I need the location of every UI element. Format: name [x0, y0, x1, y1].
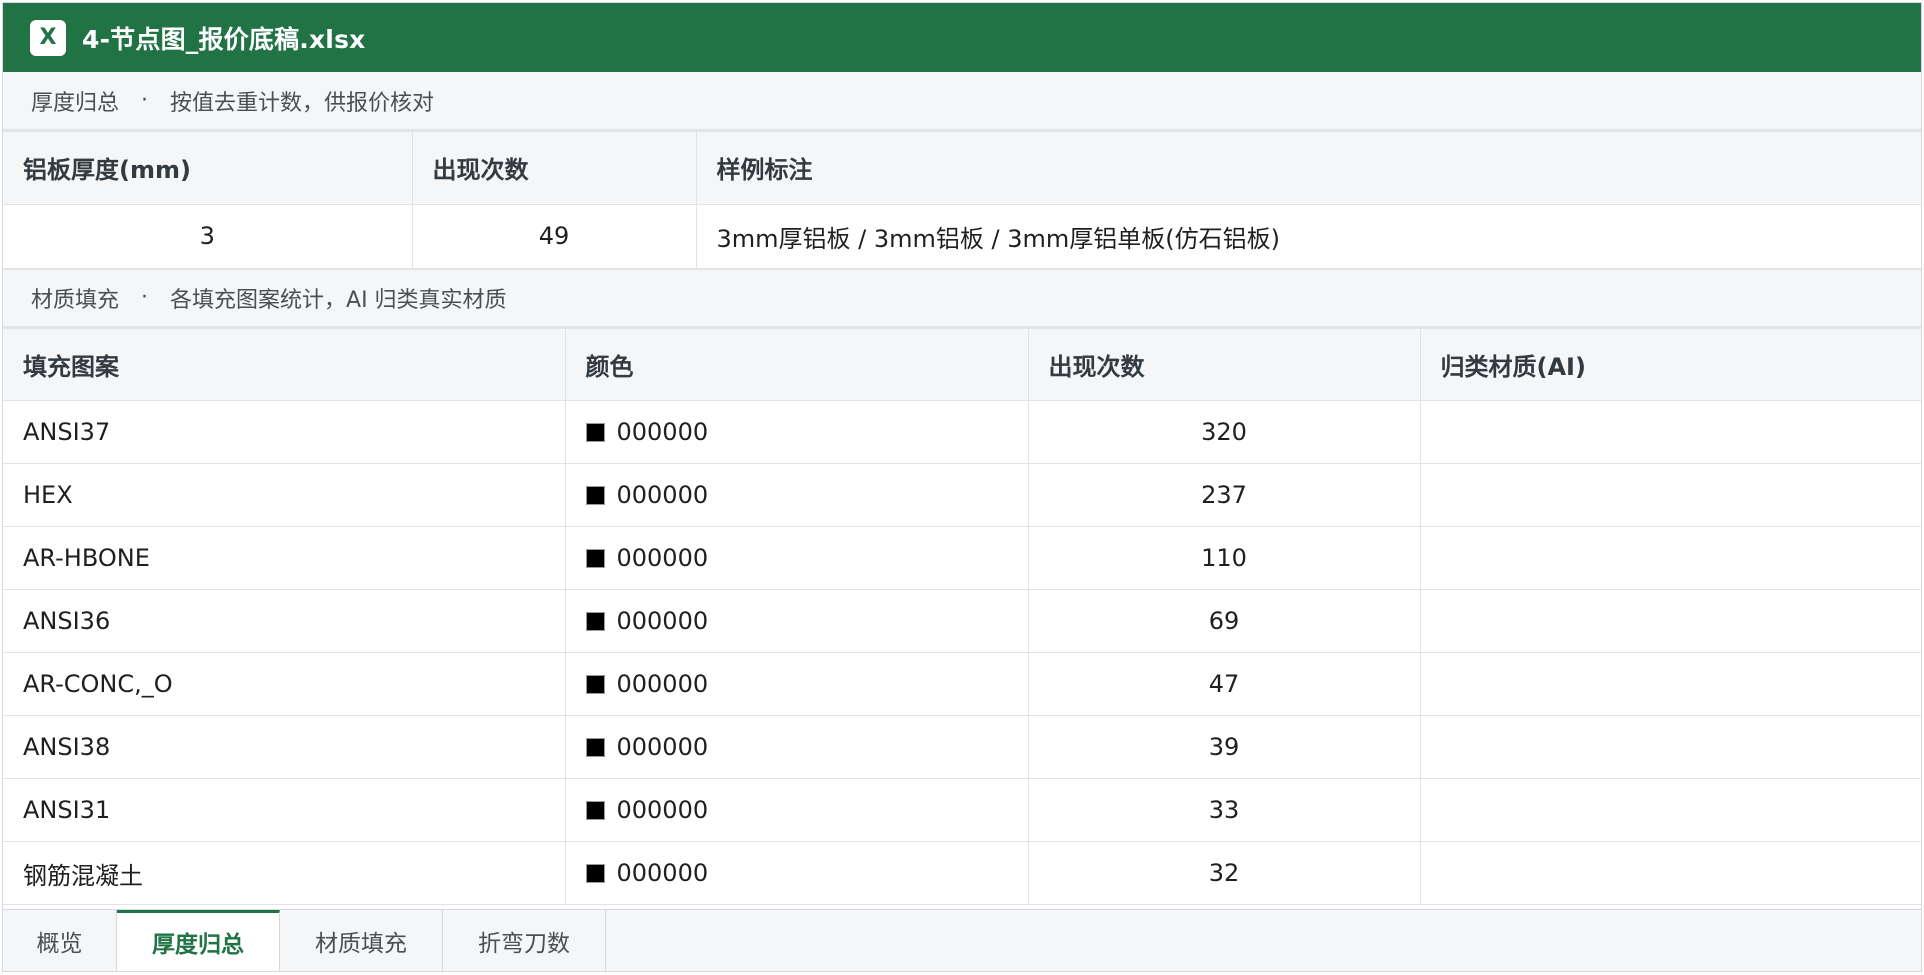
pattern-cell[interactable]: AR-CONC,_O [3, 652, 566, 716]
tab-material-fill[interactable]: 材质填充 [280, 910, 443, 971]
column-header[interactable]: 填充图案 [3, 328, 566, 401]
pattern-cell[interactable]: ANSI36 [3, 589, 566, 653]
color-code: 000000 [616, 481, 709, 509]
table-row: 3 49 3mm厚铝板 / 3mm铝板 / 3mm厚铝单板(仿石铝板) [3, 204, 1921, 269]
tab-overview[interactable]: 概览 [3, 910, 117, 971]
color-code: 000000 [616, 544, 709, 572]
color-swatch [585, 864, 605, 883]
table-row: HEX 000000 237 [3, 463, 1921, 527]
ai-material-cell[interactable] [1420, 400, 1921, 464]
color-code: 000000 [616, 733, 709, 761]
separator-dot: · [141, 88, 149, 113]
ai-material-cell[interactable] [1420, 841, 1921, 905]
count-cell[interactable]: 320 [1028, 400, 1421, 464]
thickness-table: 铝板厚度(mm) 出现次数 样例标注 3 49 3mm厚铝板 / 3mm铝板 /… [3, 132, 1921, 269]
color-cell[interactable]: 000000 [565, 589, 1029, 653]
color-cell[interactable]: 000000 [565, 778, 1029, 842]
tab-bend-count[interactable]: 折弯刀数 [443, 910, 606, 971]
ai-material-cell[interactable] [1420, 589, 1921, 653]
column-header[interactable]: 出现次数 [412, 132, 697, 205]
ai-material-cell[interactable] [1420, 778, 1921, 842]
table-row: ANSI38 000000 39 [3, 715, 1921, 779]
table-row: AR-HBONE 000000 110 [3, 526, 1921, 590]
color-swatch [585, 675, 605, 694]
sheet-tabs: 概览 厚度归总 材质填充 折弯刀数 [3, 909, 1921, 971]
table-row: ANSI36 000000 69 [3, 589, 1921, 653]
sample-label-cell[interactable]: 3mm厚铝板 / 3mm铝板 / 3mm厚铝单板(仿石铝板) [696, 204, 1921, 269]
material-section-header: 材质填充 · 各填充图案统计，AI 归类真实材质 [3, 268, 1921, 329]
color-code: 000000 [616, 670, 709, 698]
table-row: ANSI37 000000 320 [3, 400, 1921, 464]
color-code: 000000 [616, 796, 709, 824]
thickness-cell[interactable]: 3 [3, 204, 413, 269]
pattern-cell[interactable]: 钢筋混凝土 [3, 841, 566, 905]
count-cell[interactable]: 69 [1028, 589, 1421, 653]
count-cell[interactable]: 49 [412, 204, 697, 269]
tab-thickness-summary[interactable]: 厚度归总 [117, 910, 280, 971]
table-header-row: 填充图案 颜色 出现次数 归类材质(AI) [3, 328, 1921, 401]
file-name: 4-节点图_报价底稿.xlsx [82, 24, 366, 54]
pattern-cell[interactable]: AR-HBONE [3, 526, 566, 590]
column-header[interactable]: 铝板厚度(mm) [3, 132, 413, 205]
pattern-cell[interactable]: ANSI37 [3, 400, 566, 464]
color-swatch [585, 612, 605, 631]
color-cell[interactable]: 000000 [565, 841, 1029, 905]
count-cell[interactable]: 237 [1028, 463, 1421, 527]
count-cell[interactable]: 39 [1028, 715, 1421, 779]
pattern-cell[interactable]: HEX [3, 463, 566, 527]
color-swatch [585, 423, 605, 442]
color-swatch [585, 801, 605, 820]
table-row: 钢筋混凝土 000000 32 [3, 841, 1921, 905]
spreadsheet-preview: X 4-节点图_报价底稿.xlsx 厚度归总 · 按值去重计数，供报价核对 铝板… [2, 2, 1922, 972]
color-swatch [585, 549, 605, 568]
color-code: 000000 [616, 859, 709, 887]
ai-material-cell[interactable] [1420, 652, 1921, 716]
separator-dot: · [141, 285, 149, 310]
ai-material-cell[interactable] [1420, 526, 1921, 590]
count-cell[interactable]: 110 [1028, 526, 1421, 590]
count-cell[interactable]: 47 [1028, 652, 1421, 716]
section-description: 按值去重计数，供报价核对 [170, 90, 435, 116]
excel-icon: X [30, 19, 66, 56]
pattern-cell[interactable]: ANSI38 [3, 715, 566, 779]
table-row: AR-CONC,_O 000000 47 [3, 652, 1921, 716]
column-header[interactable]: 颜色 [565, 328, 1029, 401]
section-title: 厚度归总 [31, 90, 120, 116]
column-header[interactable]: 归类材质(AI) [1420, 328, 1921, 401]
column-header[interactable]: 出现次数 [1028, 328, 1421, 401]
material-table: 填充图案 颜色 出现次数 归类材质(AI) ANSI37 000000 320 … [3, 328, 1921, 905]
pattern-cell[interactable]: ANSI31 [3, 778, 566, 842]
color-cell[interactable]: 000000 [565, 526, 1029, 590]
section-description: 各填充图案统计，AI 归类真实材质 [170, 287, 507, 313]
count-cell[interactable]: 33 [1028, 778, 1421, 842]
color-cell[interactable]: 000000 [565, 463, 1029, 527]
ai-material-cell[interactable] [1420, 463, 1921, 527]
color-cell[interactable]: 000000 [565, 400, 1029, 464]
color-code: 000000 [616, 607, 709, 635]
color-cell[interactable]: 000000 [565, 652, 1029, 716]
column-header[interactable]: 样例标注 [696, 132, 1921, 205]
title-bar: X 4-节点图_报价底稿.xlsx [3, 3, 1921, 72]
table-header-row: 铝板厚度(mm) 出现次数 样例标注 [3, 132, 1921, 205]
ai-material-cell[interactable] [1420, 715, 1921, 779]
color-swatch [585, 738, 605, 757]
table-row: ANSI31 000000 33 [3, 778, 1921, 842]
thickness-section-header: 厚度归总 · 按值去重计数，供报价核对 [3, 72, 1921, 132]
section-title: 材质填充 [31, 287, 120, 313]
color-code: 000000 [616, 418, 709, 446]
color-swatch [585, 486, 605, 505]
color-cell[interactable]: 000000 [565, 715, 1029, 779]
count-cell[interactable]: 32 [1028, 841, 1421, 905]
